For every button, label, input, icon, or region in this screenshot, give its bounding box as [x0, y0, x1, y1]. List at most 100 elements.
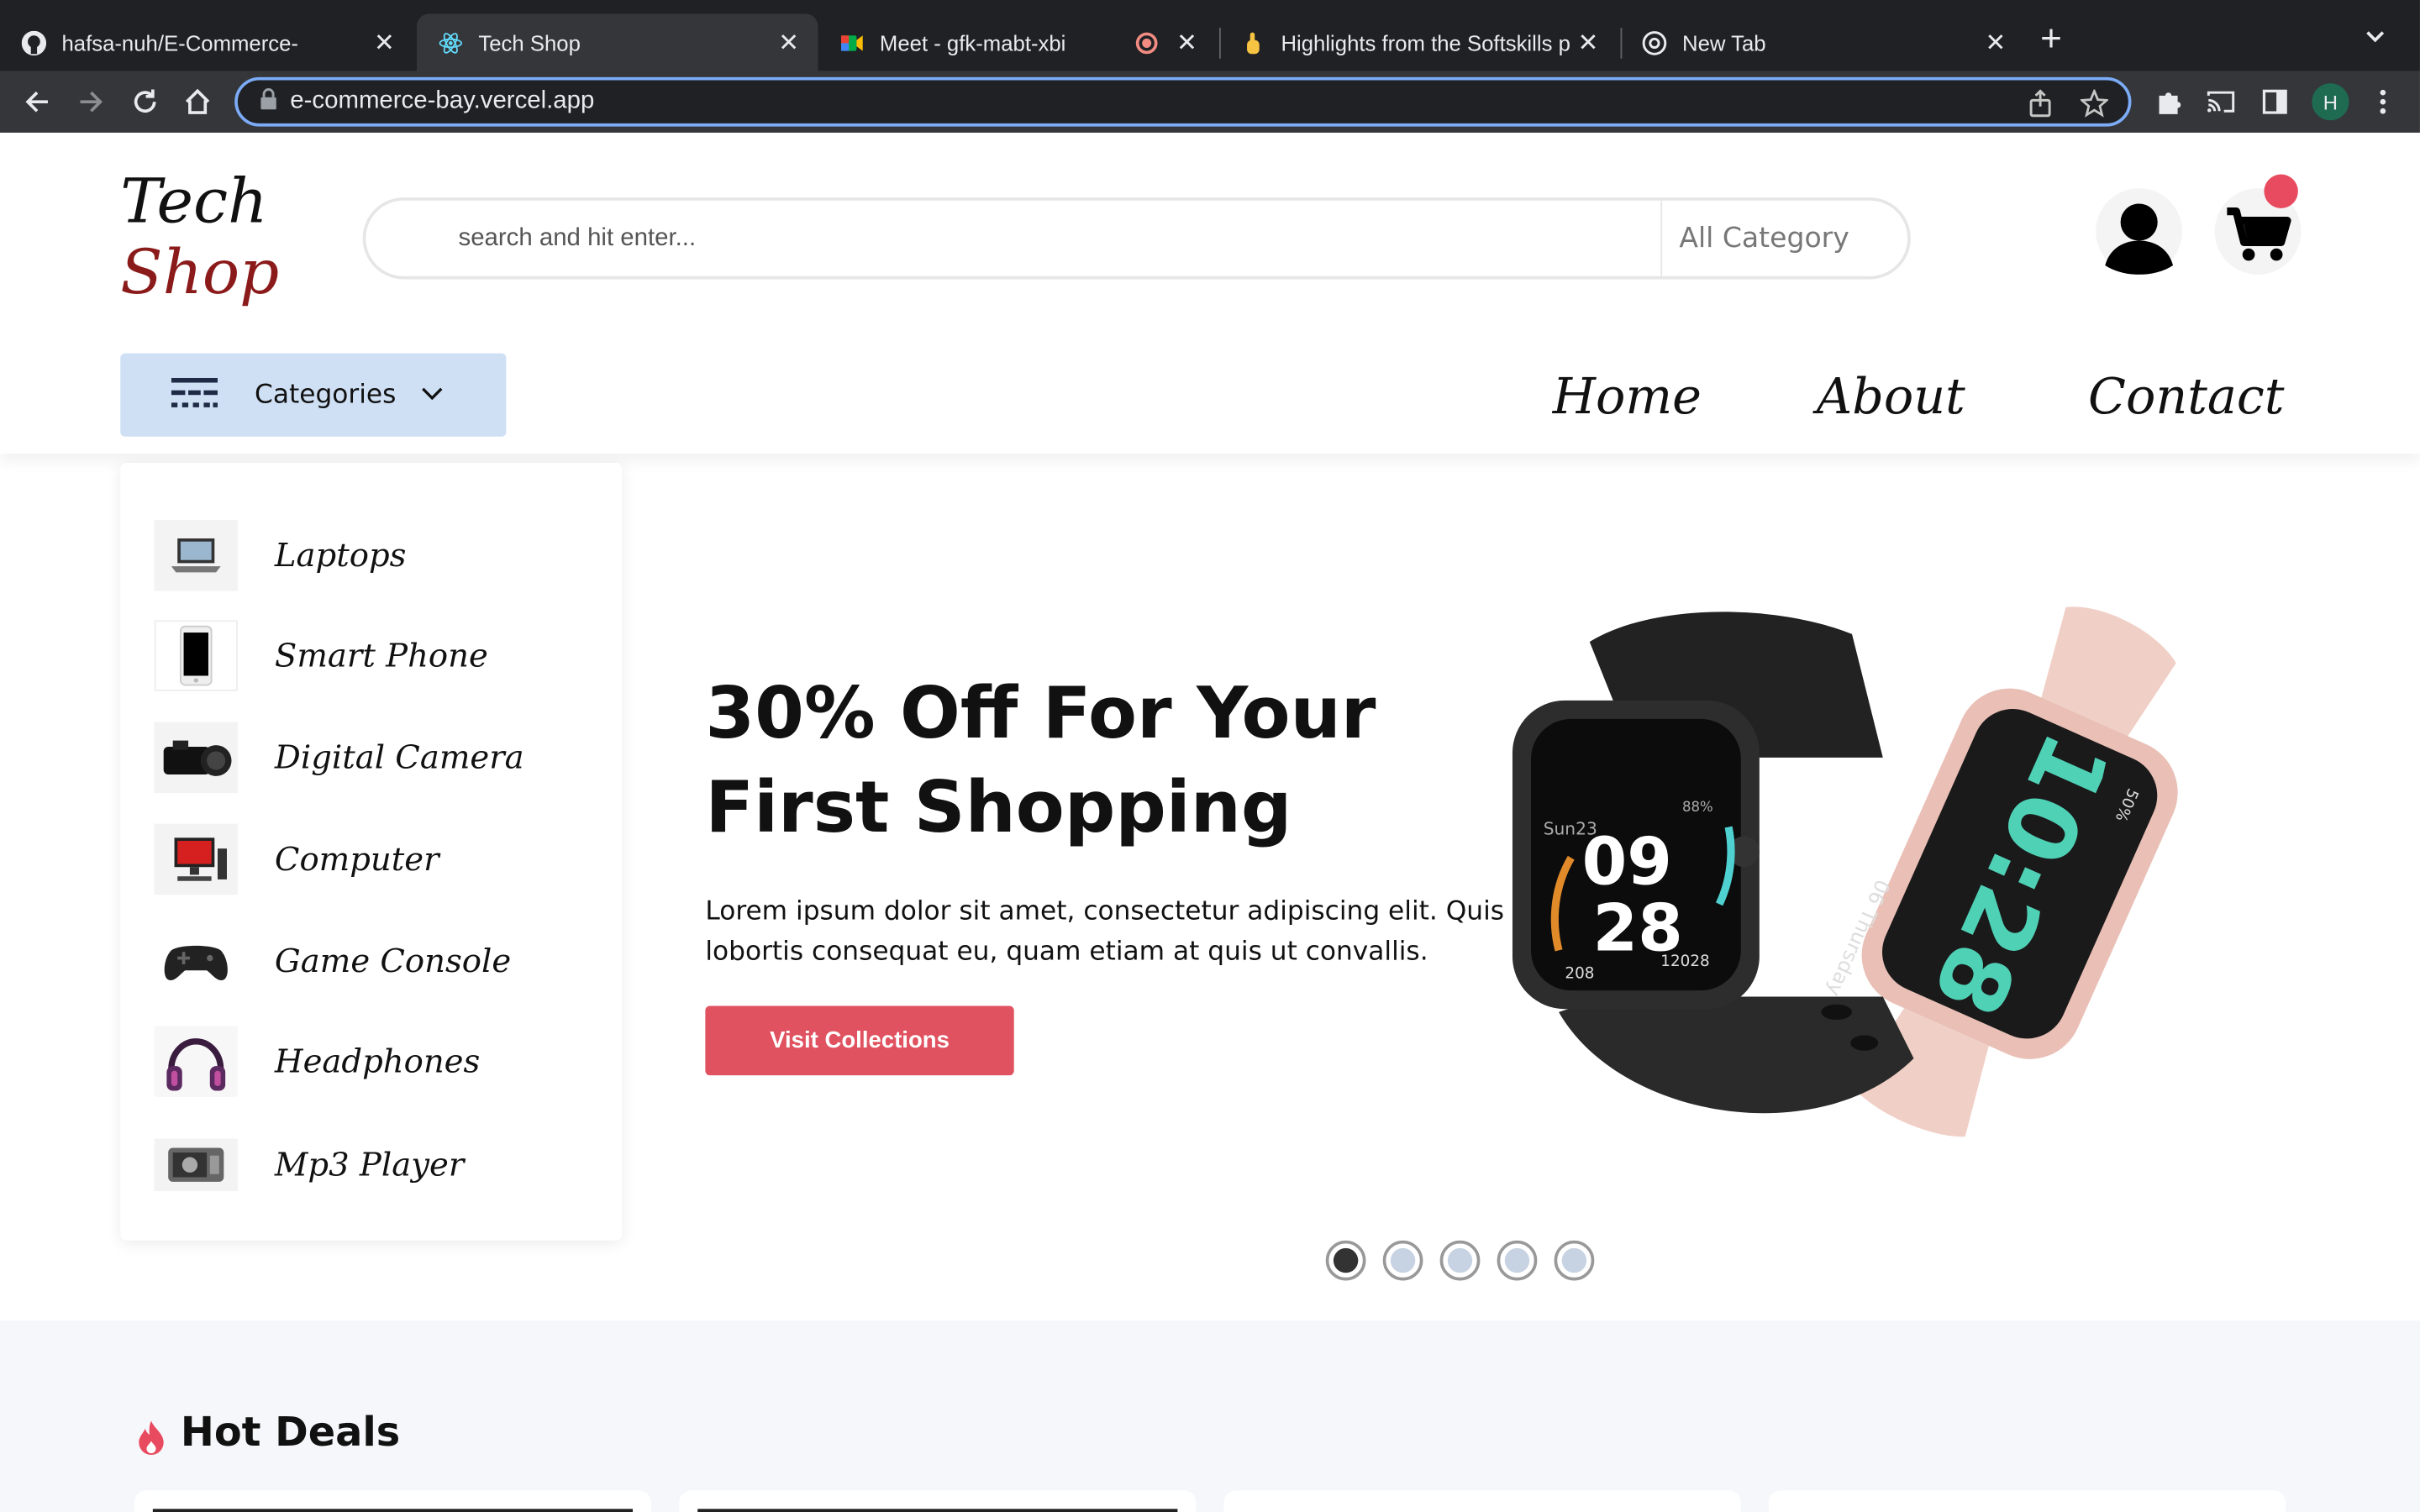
- mp3-player-icon: [154, 1138, 238, 1191]
- cart-badge: [2264, 174, 2298, 208]
- categories-label: Categories: [255, 379, 397, 411]
- tab-search-chevron-icon[interactable]: [2365, 24, 2386, 49]
- reload-icon[interactable]: [127, 83, 164, 120]
- logo-line-tech: Tech: [120, 166, 268, 238]
- close-tab-icon[interactable]: ✕: [775, 27, 802, 58]
- close-tab-icon[interactable]: ✕: [1173, 27, 1201, 58]
- meet-icon: [839, 30, 864, 55]
- category-label: Digital Camera: [274, 738, 524, 776]
- carousel-dot-3[interactable]: [1439, 1240, 1481, 1281]
- hero-title: 30% Off For Your First Shopping: [705, 670, 1376, 849]
- home-icon[interactable]: [179, 83, 216, 120]
- user-account-icon[interactable]: [2096, 188, 2183, 275]
- url-text: e-commerce-bay.vercel.app: [290, 87, 595, 114]
- carousel-dot-4[interactable]: [1497, 1240, 1538, 1281]
- category-select[interactable]: All Category: [1679, 222, 1849, 255]
- page-content: Tech Shop All Category Categories: [0, 132, 2420, 1512]
- black-watch-steps: 12028: [1660, 953, 1709, 970]
- category-item-game-console[interactable]: Game Console: [154, 926, 512, 997]
- close-tab-icon[interactable]: ✕: [1574, 27, 1602, 58]
- lock-icon: [260, 87, 278, 117]
- deal-card[interactable]: [134, 1490, 652, 1512]
- search-input[interactable]: [458, 224, 1632, 253]
- back-arrow-icon[interactable]: [18, 83, 55, 120]
- categories-grid-icon: [171, 374, 218, 416]
- fire-icon: [136, 1420, 167, 1464]
- category-label: Headphones: [274, 1042, 481, 1080]
- tab-meet[interactable]: Meet - gfk-mabt-xbi ✕: [818, 14, 1216, 71]
- black-watch-hour: 09: [1582, 824, 1672, 900]
- laptop-icon: [154, 519, 238, 591]
- black-watch-battery: 88%: [1682, 799, 1713, 815]
- gamepad-icon: [154, 926, 238, 997]
- tab-new-tab[interactable]: New Tab ✕: [1621, 14, 2025, 71]
- nav-link-about[interactable]: About: [1817, 367, 1965, 426]
- browser-tab-strip: hafsa-nuh/E-Commerce- ✕ Tech Shop ✕ Meet…: [0, 0, 2420, 71]
- tab-title: Tech Shop: [478, 29, 581, 55]
- black-watch-calories: 208: [1565, 964, 1594, 982]
- category-item-laptops[interactable]: Laptops: [154, 519, 407, 591]
- hot-deals-title: Hot Deals: [180, 1410, 401, 1457]
- cast-icon[interactable]: [2202, 83, 2239, 120]
- category-label: Computer: [274, 841, 439, 879]
- close-tab-icon[interactable]: ✕: [1981, 27, 2009, 58]
- category-label: Game Console: [274, 942, 512, 980]
- browser-toolbar: e-commerce-bay.vercel.app H: [0, 71, 2420, 133]
- nav-bar: Categories Home About Contact: [0, 333, 2420, 454]
- site-logo[interactable]: Tech Shop: [120, 166, 279, 308]
- carousel-dot-2[interactable]: [1382, 1240, 1423, 1281]
- category-list-panel: Laptops Smart Phone Digital Camera Compu…: [120, 463, 623, 1241]
- recording-icon: [1135, 31, 1158, 54]
- hero-description: Lorem ipsum dolor sit amet, consectetur …: [705, 896, 1505, 968]
- bookmark-star-icon[interactable]: [2079, 87, 2110, 125]
- carousel-dot-1[interactable]: [1325, 1240, 1366, 1281]
- camera-icon: [154, 722, 238, 794]
- tab-title: New Tab: [1682, 29, 1766, 55]
- category-label: Laptops: [274, 537, 407, 575]
- smartphone-icon: [154, 620, 238, 691]
- carousel-dot-5[interactable]: [1554, 1240, 1595, 1281]
- logo-line-shop: Shop: [120, 237, 280, 309]
- hero-smartwatch-image: 10:28 06 Thursday 50% Sun23 88% 09 28 20…: [1497, 580, 2238, 1152]
- tab-title: Meet - gfk-mabt-xbi: [879, 29, 1066, 55]
- extensions-puzzle-icon[interactable]: [2150, 83, 2187, 120]
- tab-title: hafsa-nuh/E-Commerce-: [61, 29, 298, 55]
- category-item-mp3-player[interactable]: Mp3 Player: [154, 1129, 465, 1200]
- visit-collections-button[interactable]: Visit Collections: [705, 1005, 1014, 1076]
- deal-card[interactable]: [1768, 1490, 2286, 1512]
- kebab-menu-icon[interactable]: [2365, 83, 2402, 120]
- react-icon: [439, 30, 463, 55]
- tab-highlights[interactable]: Highlights from the Softskills p ✕: [1219, 14, 1618, 71]
- github-icon: [21, 29, 47, 55]
- category-label: Smart Phone: [274, 637, 488, 675]
- share-icon[interactable]: [2028, 89, 2052, 125]
- chrome-icon: [1642, 30, 1667, 55]
- category-item-headphones[interactable]: Headphones: [154, 1026, 481, 1097]
- forward-arrow-icon[interactable]: [72, 83, 109, 120]
- tab-title: Highlights from the Softskills p: [1281, 29, 1570, 55]
- tab-tech-shop[interactable]: Tech Shop ✕: [416, 13, 818, 71]
- new-tab-plus-icon[interactable]: +: [2040, 21, 2062, 59]
- tab-github[interactable]: hafsa-nuh/E-Commerce- ✕: [0, 14, 413, 71]
- address-bar[interactable]: e-commerce-bay.vercel.app: [234, 76, 2132, 127]
- search-divider: [1660, 200, 1663, 276]
- nav-link-home[interactable]: Home: [1553, 367, 1702, 426]
- carousel-dots: [1325, 1240, 1595, 1281]
- hot-deals-section: Hot Deals: [0, 1320, 2420, 1512]
- deal-card[interactable]: [1223, 1490, 1741, 1512]
- deal-card[interactable]: [679, 1490, 1197, 1512]
- headphones-icon: [154, 1026, 238, 1097]
- thumbs-up-icon: [1241, 30, 1265, 55]
- computer-icon: [154, 823, 238, 895]
- category-label: Mp3 Player: [274, 1146, 465, 1184]
- category-item-computer[interactable]: Computer: [154, 823, 439, 895]
- category-item-smart-phone[interactable]: Smart Phone: [154, 620, 488, 691]
- profile-avatar[interactable]: H: [2312, 83, 2349, 121]
- categories-button[interactable]: Categories: [120, 353, 507, 437]
- close-tab-icon[interactable]: ✕: [371, 27, 398, 58]
- chevron-down-icon: [421, 381, 443, 409]
- side-panel-icon[interactable]: [2256, 83, 2293, 120]
- nav-link-contact[interactable]: Contact: [2088, 367, 2284, 426]
- search-bar: All Category: [362, 197, 1911, 280]
- category-item-digital-camera[interactable]: Digital Camera: [154, 722, 524, 794]
